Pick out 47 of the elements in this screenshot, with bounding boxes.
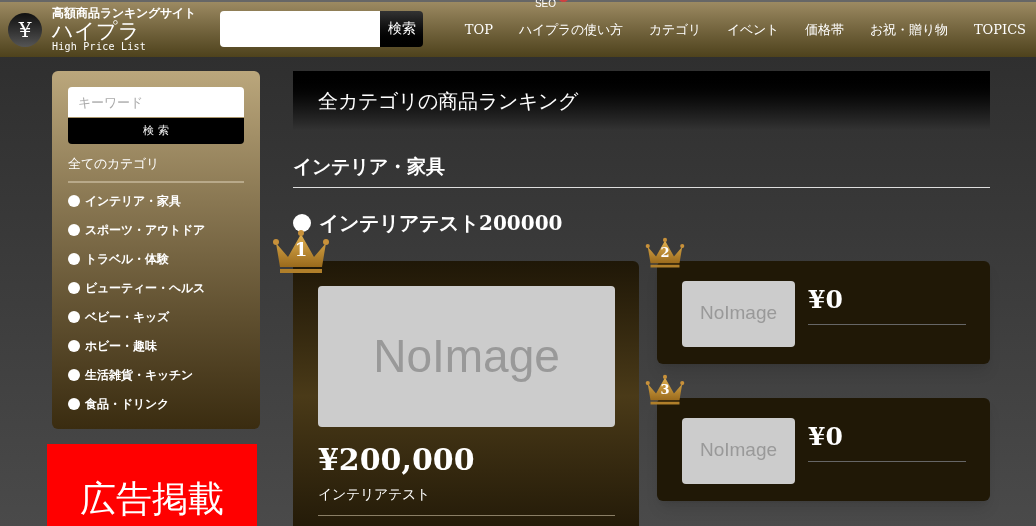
category-link[interactable]: ベビー・キッズ: [68, 307, 244, 327]
crown-icon: [645, 236, 685, 269]
crown-icon: [645, 373, 685, 406]
bullet-icon: [293, 213, 311, 232]
nav-link[interactable]: TOP: [464, 21, 493, 37]
category-link[interactable]: スポーツ・アウトドア: [68, 220, 244, 240]
keyword-search-button[interactable]: 検 索: [68, 118, 244, 145]
search-button[interactable]: 検索: [380, 10, 423, 47]
category-link[interactable]: 生活雑貨・キッチン: [68, 365, 244, 385]
site-tagline: 高額商品ランキングサイト: [52, 7, 196, 20]
rank-number: 2: [659, 245, 671, 259]
category-link[interactable]: 食品・ドリンク: [68, 394, 244, 414]
category-heading: 全てのカテゴリ: [68, 154, 244, 183]
keyword-field[interactable]: キーワード: [68, 87, 244, 117]
product-price: ¥0: [808, 417, 966, 462]
section-heading: インテリア・家具: [293, 152, 990, 188]
bullet-icon: [68, 282, 80, 295]
rank-number: 3: [659, 382, 671, 396]
nav-link[interactable]: TOPICS: [973, 21, 1026, 37]
advertise-banner[interactable]: 広告掲載: [47, 444, 257, 526]
bullet-icon: [68, 369, 80, 382]
bullet-icon: [68, 398, 80, 411]
bullet-icon: [68, 253, 80, 266]
bullet-icon: [68, 224, 80, 237]
bullet-icon: [68, 311, 80, 324]
category-link[interactable]: トラベル・体験: [68, 249, 244, 269]
site-logo[interactable]: ハイプラ: [52, 20, 196, 42]
nav-link[interactable]: カテゴリ: [648, 21, 701, 37]
site-subtitle: High Price List: [52, 42, 148, 52]
product-price: ¥0: [808, 280, 966, 325]
product-price: ¥200,000: [318, 440, 476, 479]
nav-link[interactable]: イベント: [726, 21, 779, 37]
rank-number: 1: [293, 240, 309, 259]
subsection-heading: インテリアテスト200000: [319, 209, 563, 237]
page-title-bar: 全カテゴリの商品ランキング: [293, 71, 990, 130]
search-field[interactable]: [220, 10, 380, 47]
bullet-icon: [68, 195, 80, 208]
yen-logo-icon[interactable]: ¥: [8, 12, 42, 47]
bullet-icon: [68, 340, 80, 353]
nav-link[interactable]: 価格帯: [804, 21, 844, 37]
product-name: インテリアテスト: [318, 483, 615, 516]
nav-link[interactable]: ハイプラの使い方: [518, 21, 623, 37]
nav-link[interactable]: お祝・贈り物: [869, 21, 948, 37]
category-link[interactable]: ビューティー・ヘルス: [68, 278, 244, 298]
category-link[interactable]: ホビー・趣味: [68, 336, 244, 356]
seo-label: SEO: [534, 0, 557, 11]
category-link[interactable]: インテリア・家具: [68, 191, 244, 211]
